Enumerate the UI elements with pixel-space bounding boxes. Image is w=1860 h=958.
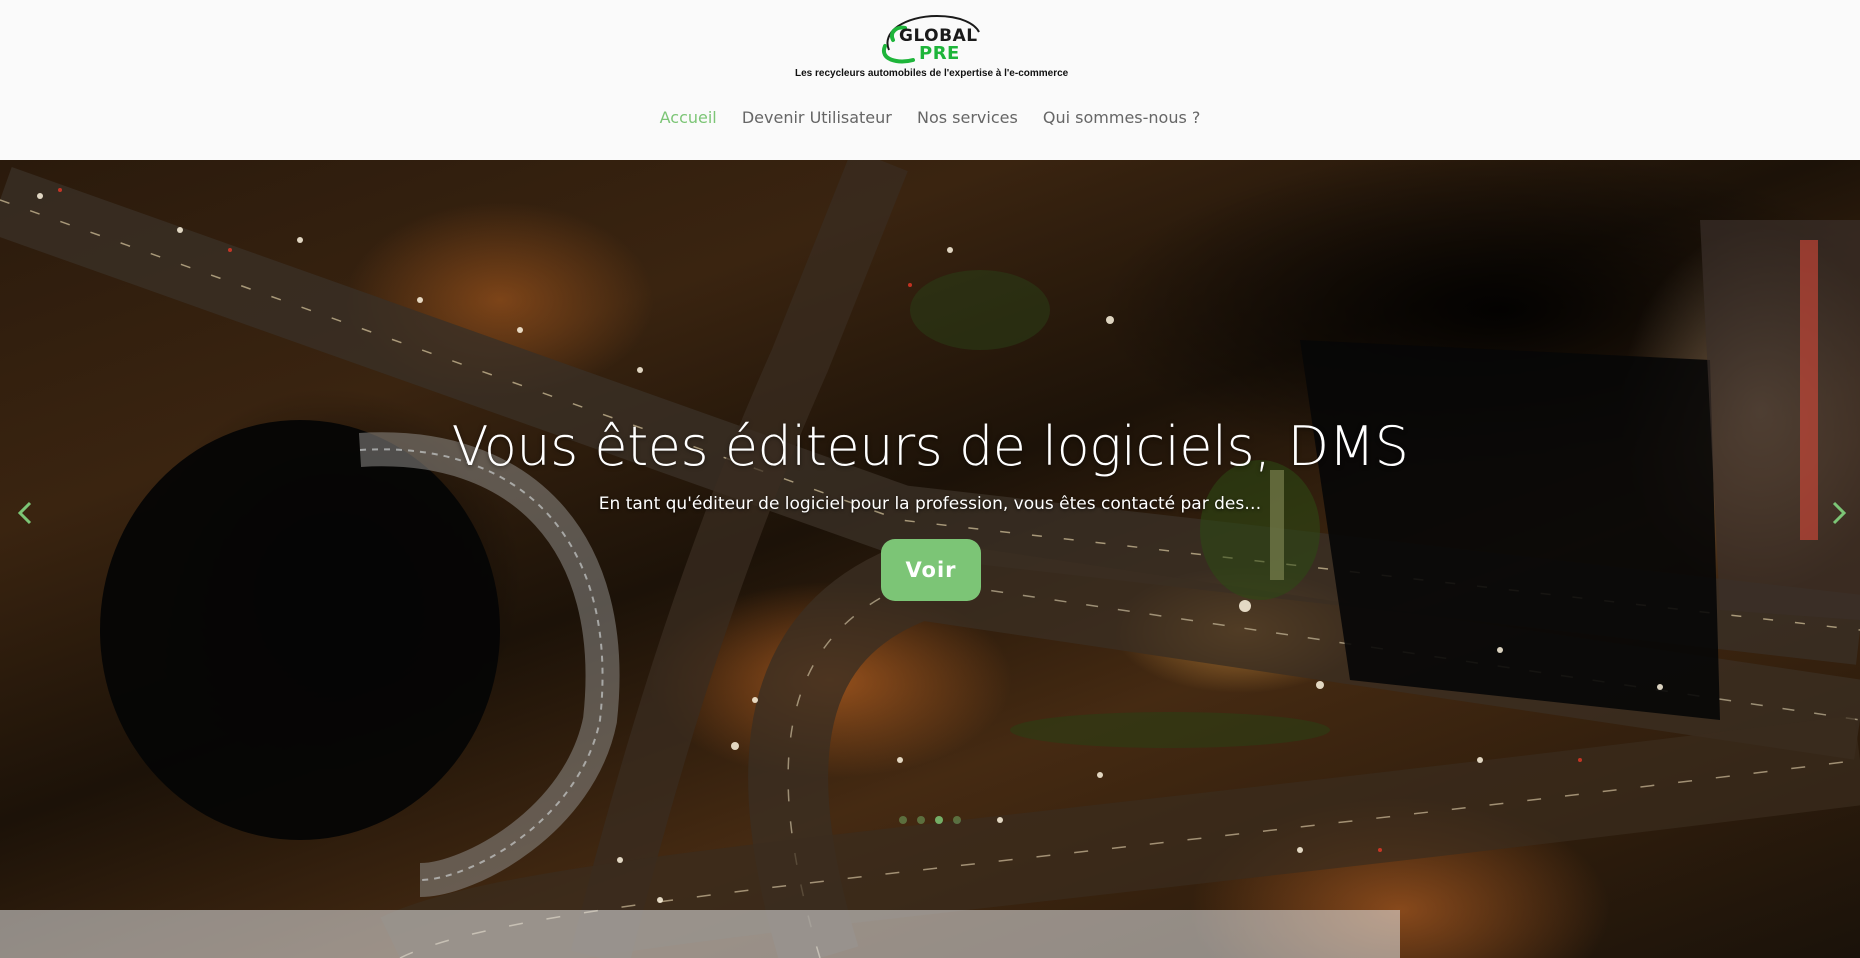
main-nav: Accueil Devenir Utilisateur Nos services… <box>0 108 1860 127</box>
slider-dot[interactable] <box>953 816 961 824</box>
site-header: GLOBAL PRE Les recycleurs automobiles de… <box>0 0 1860 160</box>
slider-dot[interactable] <box>899 816 907 824</box>
hero-slider: Vous êtes éditeurs de logiciels, DMS En … <box>0 160 1860 958</box>
slider-pagination <box>0 811 1860 829</box>
voir-button[interactable]: Voir <box>881 539 981 601</box>
nav-item-accueil[interactable]: Accueil <box>660 108 717 127</box>
slider-dot[interactable] <box>917 816 925 824</box>
logo[interactable]: GLOBAL PRE Les recycleurs automobiles de… <box>795 10 1069 82</box>
nav-item-devenir-utilisateur[interactable]: Devenir Utilisateur <box>742 108 892 127</box>
hero-subtitle: En tant qu'éditeur de logiciel pour la p… <box>598 494 1262 514</box>
hero-title: Vous êtes éditeurs de logiciels, DMS <box>451 415 1409 478</box>
logo-mark: GLOBAL PRE <box>875 10 985 66</box>
logo-word-pre: PRE <box>919 43 960 64</box>
nav-item-qui-sommes-nous[interactable]: Qui sommes-nous ? <box>1043 108 1201 127</box>
logo-tagline: Les recycleurs automobiles de l'expertis… <box>795 68 1069 79</box>
slider-dot[interactable] <box>935 816 943 824</box>
nav-item-nos-services[interactable]: Nos services <box>917 108 1018 127</box>
